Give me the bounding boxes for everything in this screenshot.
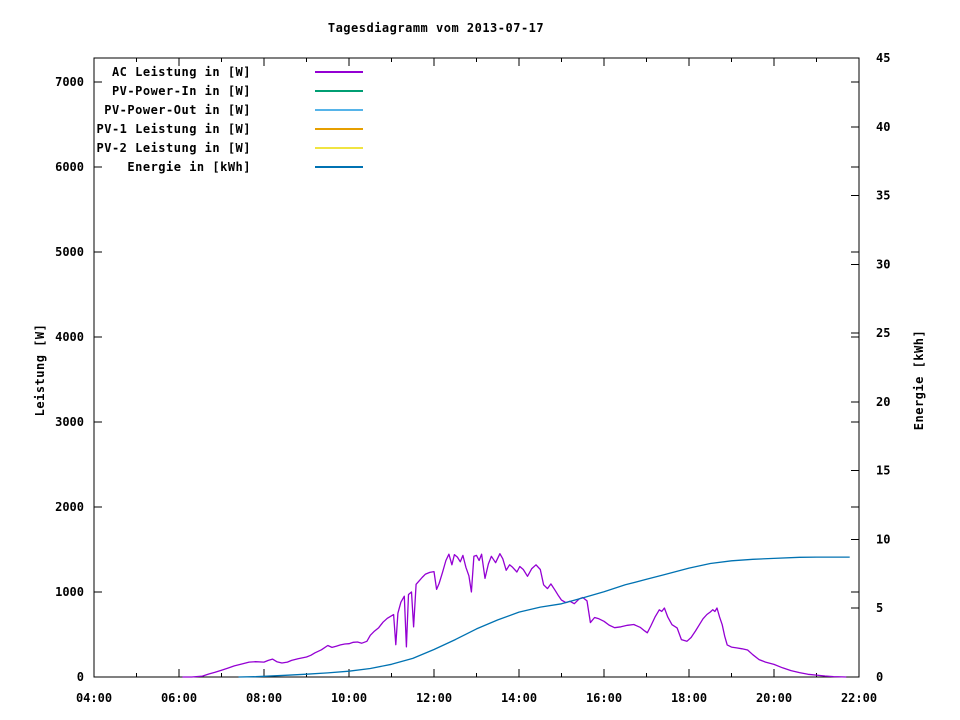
y2-tick-label: 5 — [876, 601, 883, 615]
x-tick-label: 06:00 — [161, 691, 197, 705]
legend: AC Leistung in [W] PV-Power-In in [W] PV-P… — [94, 62, 374, 176]
legend-item: Energie in [kWh] — [94, 157, 374, 176]
y2-tick-label: 10 — [876, 532, 890, 546]
y-tick-label: 0 — [77, 670, 84, 684]
legend-label: PV-2 Leistung in [W] — [96, 140, 251, 155]
y2-tick-label: 45 — [876, 51, 890, 65]
series-line-ac-leistung-in-w — [182, 553, 847, 678]
chart-title: Tagesdiagramm vom 2013-07-17 — [327, 21, 545, 35]
y-axis-title-left: Leistung [W] — [33, 323, 47, 417]
legend-line-swatch — [315, 146, 363, 149]
x-tick-label: 12:00 — [416, 691, 452, 705]
y2-tick-label: 35 — [876, 189, 890, 203]
legend-line-swatch — [315, 108, 363, 111]
x-tick-label: 20:00 — [756, 691, 792, 705]
y-tick-label: 4000 — [55, 330, 84, 344]
x-tick-label: 22:00 — [841, 691, 877, 705]
legend-line-swatch — [315, 89, 363, 92]
legend-label: PV-1 Leistung in [W] — [96, 121, 251, 136]
legend-label: Energie in [kWh] — [127, 159, 251, 174]
y-tick-label: 5000 — [55, 245, 84, 259]
legend-label: PV-Power-In in [W] — [111, 83, 251, 98]
y2-tick-label: 25 — [876, 326, 890, 340]
legend-line-swatch — [315, 165, 363, 168]
legend-item: PV-Power-Out in [W] — [94, 100, 374, 119]
y-tick-label: 1000 — [55, 585, 84, 599]
legend-item: PV-2 Leistung in [W] — [94, 138, 374, 157]
x-tick-label: 18:00 — [671, 691, 707, 705]
legend-item: AC Leistung in [W] — [94, 62, 374, 81]
x-tick-label: 16:00 — [586, 691, 622, 705]
legend-label: PV-Power-Out in [W] — [104, 102, 251, 117]
x-tick-label: 04:00 — [76, 691, 112, 705]
y2-tick-label: 20 — [876, 395, 890, 409]
y-tick-label: 7000 — [55, 75, 84, 89]
x-tick-label: 10:00 — [331, 691, 367, 705]
x-tick-label: 08:00 — [246, 691, 282, 705]
y2-tick-label: 15 — [876, 464, 890, 478]
y2-tick-label: 0 — [876, 670, 883, 684]
y-tick-label: 3000 — [55, 415, 84, 429]
legend-line-swatch — [315, 127, 363, 130]
x-tick-label: 14:00 — [501, 691, 537, 705]
y-tick-label: 6000 — [55, 160, 84, 174]
legend-item: PV-Power-In in [W] — [94, 81, 374, 100]
y-tick-label: 2000 — [55, 500, 84, 514]
chart-canvas: 04:00 06:00 08:00 10:00 12:00 14:00 16:00 18:00… — [0, 0, 960, 720]
legend-item: PV-1 Leistung in [W] — [94, 119, 374, 138]
y2-tick-label: 40 — [876, 120, 890, 134]
y-axis-title-right: Energie [kWh] — [912, 329, 926, 431]
legend-label: AC Leistung in [W] — [111, 64, 251, 79]
legend-line-swatch — [315, 70, 363, 73]
y2-tick-label: 30 — [876, 257, 890, 271]
